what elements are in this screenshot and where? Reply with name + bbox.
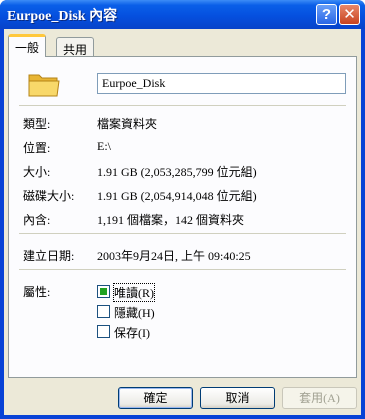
question-mark-icon: ? <box>321 6 332 23</box>
size-on-disk-label: 磁碟大小: <box>23 189 75 203</box>
folder-name-input[interactable] <box>97 73 346 94</box>
created-value: 2003年9月24日, 上午 09:40:25 <box>97 249 251 263</box>
window-title: Eurpoe_Disk 內容 <box>7 9 118 24</box>
close-button[interactable]: ✕ <box>339 4 360 25</box>
separator <box>19 269 346 270</box>
dialog-client-area: 一般 共用 類型: 檔案資料夾 位置: E:\ 大小: 1.91 GB (2,0… <box>4 29 361 415</box>
size-value: 1.91 GB (2,053,285,799 位元組) <box>97 165 257 179</box>
contains-value: 1,191 個檔案，142 個資料夾 <box>97 213 245 227</box>
checkbox-box[interactable] <box>97 325 110 338</box>
ok-button[interactable]: 確定 <box>118 387 193 409</box>
type-label: 類型: <box>23 117 51 131</box>
general-tab-panel: 類型: 檔案資料夾 位置: E:\ 大小: 1.91 GB (2,053,285… <box>8 56 357 378</box>
size-on-disk-value: 1.91 GB (2,054,914,048 位元組) <box>97 189 257 203</box>
apply-button[interactable]: 套用(A) <box>282 387 357 409</box>
checkbox-label: 保存(I) <box>114 326 150 340</box>
cancel-button[interactable]: 取消 <box>200 387 275 409</box>
type-value: 檔案資料夾 <box>97 117 158 131</box>
checkbox-label: 唯讀(R) <box>113 283 155 302</box>
properties-dialog: Eurpoe_Disk 內容 ? ✕ 一般 共用 類型: 檔案資料夾 位置: E… <box>0 0 365 419</box>
separator <box>19 105 346 106</box>
tab-general[interactable]: 一般 <box>8 34 47 57</box>
location-value: E:\ <box>97 139 111 153</box>
checkbox-box[interactable] <box>97 305 110 318</box>
contains-label: 內含: <box>23 213 51 227</box>
checkbox-indeterminate-box[interactable] <box>97 285 110 298</box>
created-label: 建立日期: <box>23 249 75 263</box>
help-button[interactable]: ? <box>316 4 337 25</box>
close-icon: ✕ <box>343 6 356 23</box>
separator <box>19 233 346 234</box>
tab-sharing[interactable]: 共用 <box>56 37 95 57</box>
size-label: 大小: <box>23 165 51 179</box>
attributes-label: 屬性: <box>23 285 51 299</box>
folder-icon <box>28 74 60 97</box>
location-label: 位置: <box>23 141 51 155</box>
title-bar[interactable]: Eurpoe_Disk 內容 ? ✕ <box>0 0 365 29</box>
checkbox-label: 隱藏(H) <box>114 306 155 320</box>
